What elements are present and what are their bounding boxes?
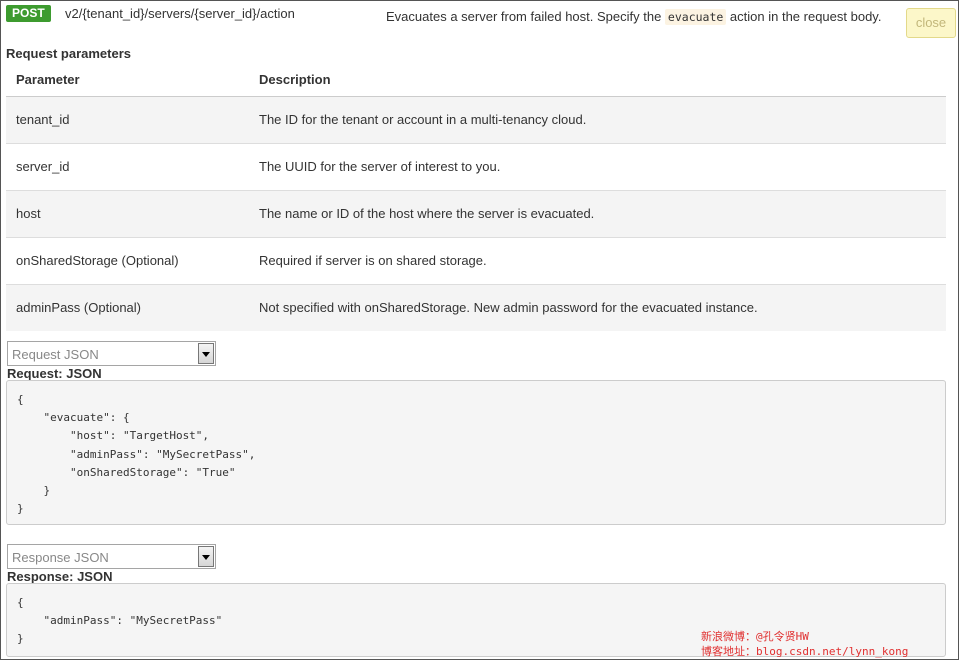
summary-text-after: action in the request body. [726, 9, 882, 24]
parameter-description: Not specified with onSharedStorage. New … [249, 284, 946, 331]
request-format-selected-value: Request JSON [12, 347, 99, 362]
parameter-name: server_id [6, 143, 249, 191]
parameter-name: adminPass (Optional) [6, 284, 249, 331]
table-row: server_id The UUID for the server of int… [6, 143, 946, 191]
request-parameters-table: Parameter Description tenant_id The ID f… [6, 63, 946, 331]
watermark-weibo-line: 新浪微博：@孔令贤HW [701, 630, 809, 643]
table-row: adminPass (Optional) Not specified with … [6, 284, 946, 331]
parameter-name: host [6, 190, 249, 238]
column-header-parameter: Parameter [6, 63, 249, 97]
parameter-description: The UUID for the server of interest to y… [249, 143, 946, 191]
chevron-down-icon[interactable] [198, 343, 214, 364]
response-format-selected-value: Response JSON [12, 550, 109, 565]
summary-action-code: evacuate [664, 9, 727, 25]
watermark-blog-line: 博客地址：blog.csdn.net/lynn_kong [701, 645, 909, 658]
blog-watermark: 新浪微博：@孔令贤HW 博客地址：blog.csdn.net/lynn_kong [701, 629, 908, 659]
parameter-name: onSharedStorage (Optional) [6, 237, 249, 285]
parameter-description: The ID for the tenant or account in a mu… [249, 96, 946, 144]
http-method-badge: POST [6, 5, 51, 22]
request-parameters-heading: Request parameters [6, 46, 131, 61]
response-example-label: Response: JSON [7, 569, 113, 584]
close-button[interactable]: close [906, 8, 956, 38]
column-header-description: Description [249, 63, 946, 97]
operation-summary: Evacuates a server from failed host. Spe… [386, 9, 882, 25]
summary-text-before: Evacuates a server from failed host. Spe… [386, 9, 665, 24]
table-row: tenant_id The ID for the tenant or accou… [6, 96, 946, 144]
parameter-name: tenant_id [6, 96, 249, 144]
chevron-down-icon[interactable] [198, 546, 214, 567]
request-json-code-block: { "evacuate": { "host": "TargetHost", "a… [6, 380, 946, 525]
parameter-description: The name or ID of the host where the ser… [249, 190, 946, 238]
api-operation-panel: POST v2/{tenant_id}/servers/{server_id}/… [0, 0, 959, 660]
table-row: host The name or ID of the host where th… [6, 190, 946, 238]
request-format-select[interactable]: Request JSON [7, 341, 216, 366]
table-header-row: Parameter Description [6, 63, 946, 97]
response-format-select[interactable]: Response JSON [7, 544, 216, 569]
request-example-label: Request: JSON [7, 366, 102, 381]
parameter-description: Required if server is on shared storage. [249, 237, 946, 285]
table-row: onSharedStorage (Optional) Required if s… [6, 237, 946, 285]
endpoint-path: v2/{tenant_id}/servers/{server_id}/actio… [65, 6, 295, 21]
